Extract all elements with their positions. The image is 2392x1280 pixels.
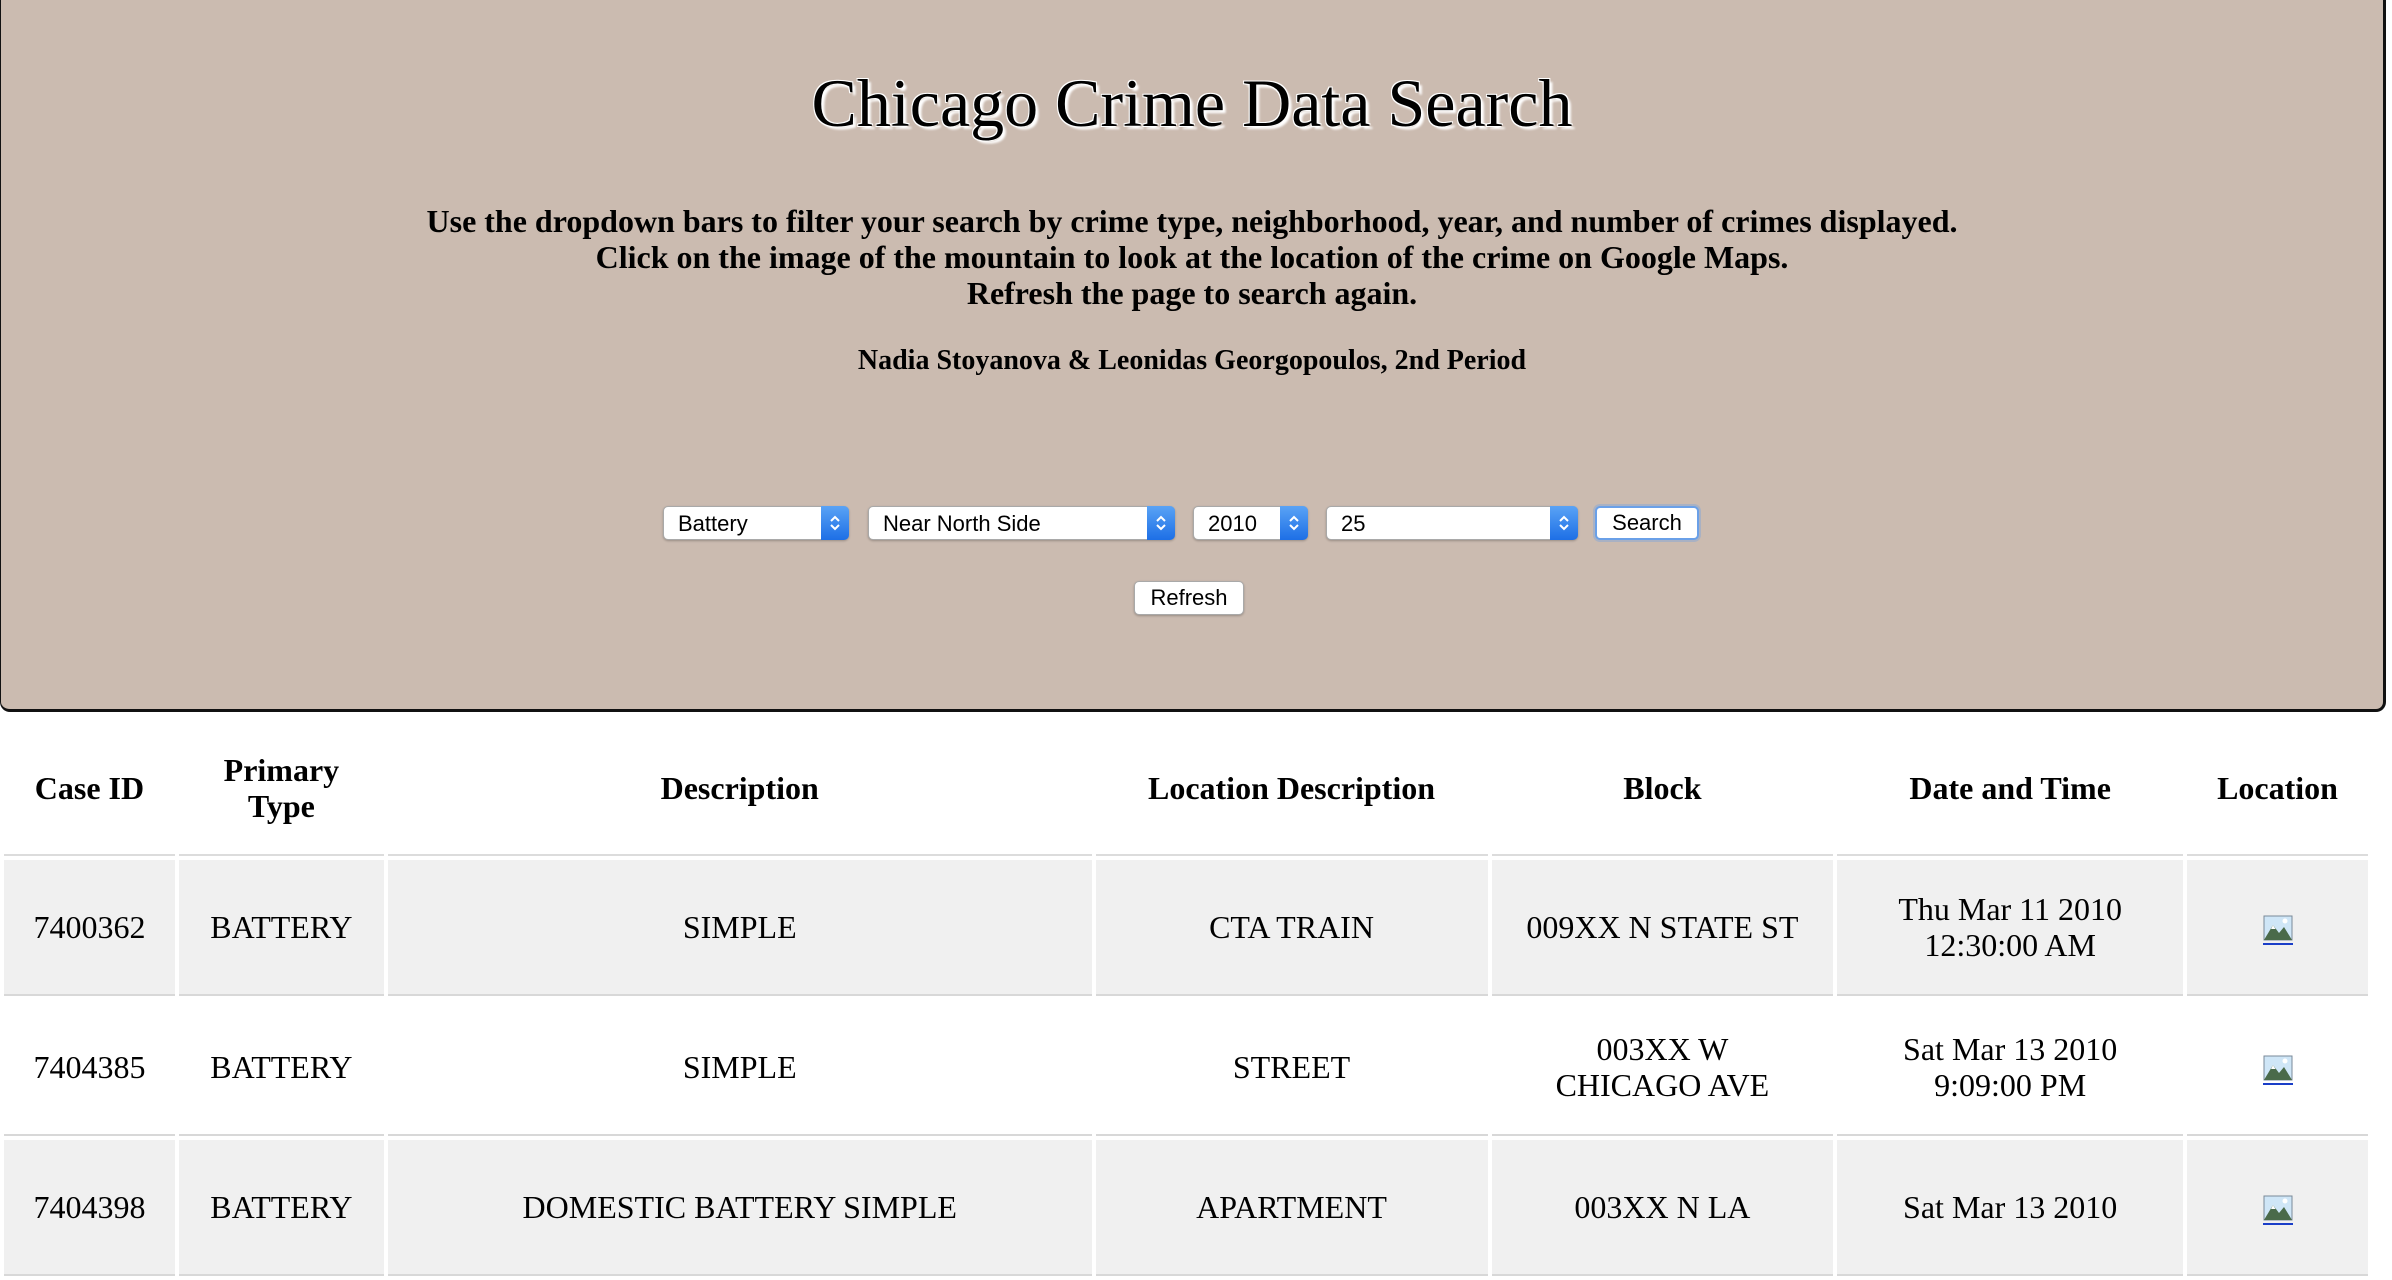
crime-results-table: Case ID Primary Type Description Locatio… — [0, 718, 2372, 1280]
select-arrows-icon — [821, 506, 849, 540]
primary-type-cell: BATTERY — [178, 1140, 384, 1276]
count-select[interactable]: 25 — [1326, 506, 1578, 540]
date-time-cell: Sat Mar 13 2010 — [1837, 1140, 2184, 1276]
column-header-block: Block — [1491, 722, 1834, 856]
table-row: 7404398 BATTERY DOMESTIC BATTERY SIMPLE … — [4, 1140, 2368, 1276]
column-header-primary-type: Primary Type — [178, 722, 384, 856]
select-arrows-icon — [1550, 506, 1578, 540]
primary-type-cell: BATTERY — [178, 860, 384, 996]
column-header-line: Primary — [223, 752, 340, 788]
block-cell: 003XX N LA — [1491, 1140, 1834, 1276]
authors-credit: Nadia Stoyanova & Leonidas Georgopoulos,… — [857, 345, 1527, 376]
search-header-panel: Chicago Crime Data Search Use the dropdo… — [0, 0, 2386, 712]
year-select[interactable]: 2010 — [1193, 506, 1308, 540]
block-cell: 009XX N STATE ST — [1491, 860, 1834, 996]
filter-controls: Battery Near North Side 2010 25 Search — [1, 506, 2383, 542]
column-header-description: Description — [387, 722, 1092, 856]
case-id-cell: 7400362 — [4, 860, 175, 996]
location-cell — [2187, 1000, 2368, 1136]
location-description-cell: CTA TRAIN — [1095, 860, 1488, 996]
column-header-date-time: Date and Time — [1837, 722, 2184, 856]
table-row: 7404385 BATTERY SIMPLE STREET 003XX W CH… — [4, 1000, 2368, 1136]
instructions: Use the dropdown bars to filter your sea… — [1, 203, 2383, 311]
description-cell: SIMPLE — [387, 860, 1092, 996]
mountain-image-icon[interactable] — [2262, 1055, 2293, 1086]
block-cell: 003XX W CHICAGO AVE — [1491, 1000, 1834, 1136]
description-cell: SIMPLE — [387, 1000, 1092, 1136]
select-arrows-icon — [1280, 506, 1308, 540]
date-line: Sat Mar 13 2010 — [1903, 1031, 2118, 1067]
mountain-image-icon[interactable] — [2262, 915, 2293, 946]
location-cell — [2187, 860, 2368, 996]
description-cell: DOMESTIC BATTERY SIMPLE — [387, 1140, 1092, 1276]
column-header-location-description: Location Description — [1095, 722, 1488, 856]
neighborhood-select[interactable]: Near North Side — [868, 506, 1175, 540]
instruction-line: Click on the image of the mountain to lo… — [595, 239, 1789, 275]
neighborhood-value: Near North Side — [883, 511, 1041, 536]
table-row: 7400362 BATTERY SIMPLE CTA TRAIN 009XX N… — [4, 860, 2368, 996]
case-id-cell: 7404398 — [4, 1140, 175, 1276]
location-cell — [2187, 1140, 2368, 1276]
time-line: 12:30:00 AM — [1924, 927, 2096, 963]
select-arrows-icon — [1147, 506, 1175, 540]
instruction-line: Use the dropdown bars to filter your sea… — [426, 203, 1958, 239]
year-value: 2010 — [1208, 511, 1257, 536]
table-header-row: Case ID Primary Type Description Locatio… — [4, 722, 2368, 856]
block-line: CHICAGO AVE — [1555, 1067, 1770, 1103]
crime-type-select[interactable]: Battery — [663, 506, 849, 540]
time-line: 9:09:00 PM — [1934, 1067, 2087, 1103]
block-line: 003XX N LA — [1574, 1189, 1751, 1225]
date-line: Thu Mar 11 2010 — [1898, 891, 2122, 927]
column-header-case-id: Case ID — [4, 722, 175, 856]
crime-type-value: Battery — [678, 511, 748, 536]
instruction-line: Refresh the page to search again. — [966, 275, 1418, 311]
column-header-location: Location — [2187, 722, 2368, 856]
primary-type-cell: BATTERY — [178, 1000, 384, 1136]
count-value: 25 — [1341, 511, 1366, 536]
block-line: 009XX N STATE ST — [1526, 909, 1799, 945]
location-description-cell: APARTMENT — [1095, 1140, 1488, 1276]
block-line: 003XX W — [1596, 1031, 1729, 1067]
page-title: Chicago Crime Data Search — [811, 65, 1573, 141]
location-description-cell: STREET — [1095, 1000, 1488, 1136]
date-time-cell: Sat Mar 13 2010 9:09:00 PM — [1837, 1000, 2184, 1136]
date-line: Sat Mar 13 2010 — [1903, 1189, 2118, 1225]
refresh-button[interactable]: Refresh — [1134, 581, 1244, 615]
column-header-line: Type — [247, 788, 315, 824]
case-id-cell: 7404385 — [4, 1000, 175, 1136]
search-button[interactable]: Search — [1595, 506, 1699, 540]
date-time-cell: Thu Mar 11 2010 12:30:00 AM — [1837, 860, 2184, 996]
